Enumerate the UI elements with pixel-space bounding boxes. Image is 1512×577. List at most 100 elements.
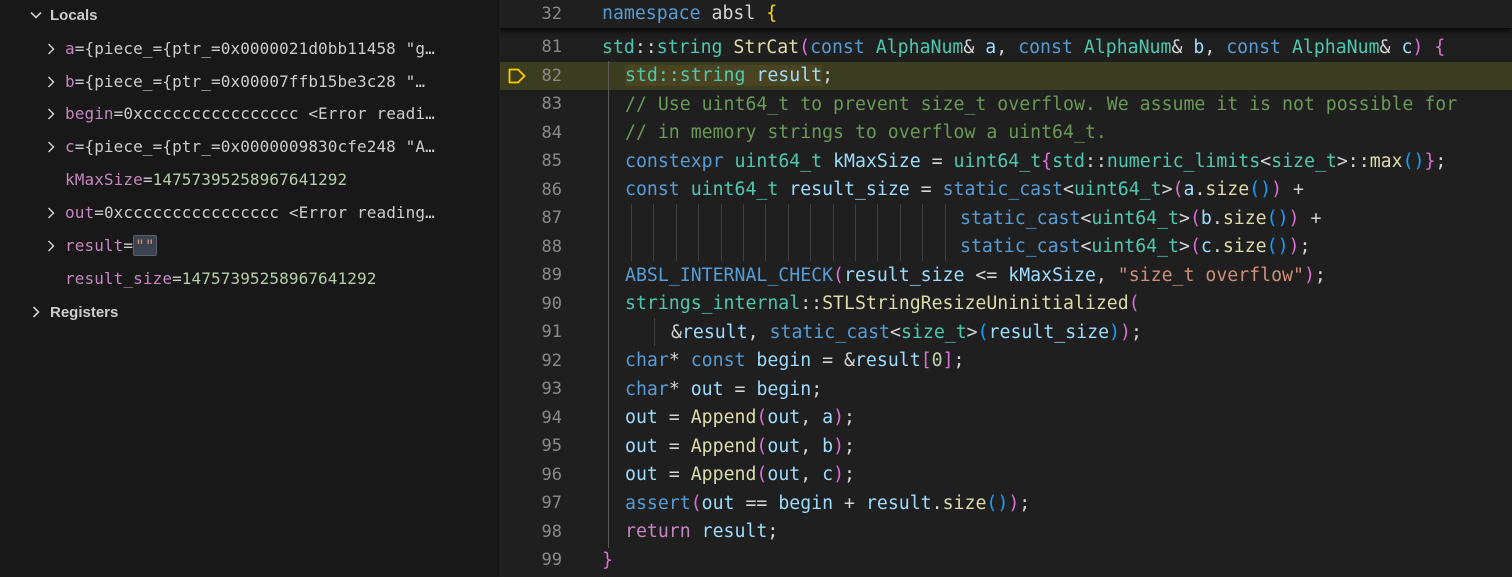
token: a — [822, 407, 834, 429]
token: string — [656, 36, 723, 58]
token: ; — [1314, 264, 1326, 286]
token: ; — [811, 378, 823, 400]
token: uint64_t — [1091, 236, 1180, 258]
token: out — [625, 435, 658, 457]
token: uint64_t — [953, 150, 1042, 172]
line-number: 99 — [541, 550, 562, 571]
code-text: // Use uint64_t to prevent size_t overfl… — [625, 94, 1457, 115]
token: assert — [625, 492, 691, 514]
variable-row-result-size[interactable]: result_size = 14757395258967641292 — [0, 262, 499, 295]
indent-guide — [899, 204, 901, 261]
chevron-right-icon[interactable] — [44, 75, 58, 89]
line-number: 82 — [541, 65, 562, 86]
variable-row-kmaxsize[interactable]: kMaxSize = 14757395258967641292 — [0, 163, 499, 196]
chevron-right-icon[interactable] — [44, 206, 58, 220]
chevron-right-icon[interactable] — [44, 239, 58, 253]
code-line-94[interactable]: 94 out = Append(out, a); — [500, 404, 1512, 433]
code-line-87[interactable]: 87 static_cast<uint64_t>(b.size()) + — [500, 204, 1512, 233]
token: + — [1299, 207, 1322, 229]
variable-row-begin[interactable]: begin = 0xcccccccccccccccc <Error readi… — [0, 97, 499, 130]
code-line-98[interactable]: 98 return result; — [500, 518, 1512, 547]
token: . — [931, 492, 943, 514]
token: absl — [700, 3, 767, 25]
code-text: out = Append(out, c); — [625, 464, 855, 485]
variable-row-c[interactable]: c = {piece_={ptr_=0x0000009830cfe248 "A… — [0, 130, 499, 163]
code-line-91[interactable]: 91 &result, static_cast<size_t>(result_s… — [500, 318, 1512, 347]
indent-guide — [743, 204, 744, 261]
token: c — [1200, 236, 1212, 258]
token: ( — [756, 464, 768, 486]
variable-value: 0xcccccccccccccccc <Error reading… — [103, 203, 435, 222]
code-line-84[interactable]: 84 // in memory strings to overflow a ui… — [500, 119, 1512, 148]
line-number: 84 — [541, 122, 562, 143]
token: , — [1204, 36, 1227, 58]
token: "size_t overflow" — [1117, 264, 1304, 286]
code-line-85[interactable]: 85 constexpr uint64_t kMaxSize = uint64_… — [500, 147, 1512, 176]
code-line-81[interactable]: 81 std::string StrCat(const AlphaNum& a,… — [500, 33, 1512, 62]
chevron-right-icon[interactable] — [44, 107, 58, 121]
token: result — [701, 521, 768, 543]
code-line-82[interactable]: 82 std::string result; — [500, 61, 1512, 90]
variable-name: a — [65, 39, 75, 58]
variable-name: result — [65, 236, 124, 255]
token: ( — [1128, 293, 1140, 315]
variable-value[interactable]: "" — [133, 235, 157, 256]
token: & — [671, 321, 682, 343]
locals-section-header[interactable]: Locals — [28, 0, 98, 30]
token: StrCat — [733, 36, 800, 58]
code-text: std::string StrCat(const AlphaNum& a, co… — [602, 37, 1445, 58]
token: < — [1260, 150, 1272, 172]
indent-guide — [787, 204, 789, 261]
token: begin — [778, 492, 834, 514]
token: static_cast — [769, 321, 891, 343]
token: ; — [822, 65, 834, 87]
chevron-right-icon[interactable] — [44, 140, 58, 154]
token: < — [1080, 236, 1092, 258]
token: & — [963, 36, 986, 58]
code-line-83[interactable]: 83 // Use uint64_t to prevent size_t ove… — [500, 90, 1512, 119]
token: ; — [767, 521, 779, 543]
variable-name: out — [65, 203, 95, 222]
token: ; — [844, 464, 855, 486]
chevron-right-icon[interactable] — [44, 42, 58, 56]
code-line-92[interactable]: 92 char* const begin = &result[0]; — [500, 347, 1512, 376]
code-editor[interactable]: 32 namespace absl { 81 std::string StrCa… — [500, 0, 1512, 577]
sticky-scroll-line[interactable]: 32 namespace absl { — [500, 0, 1512, 29]
indent-guide — [832, 204, 834, 261]
code-line-88[interactable]: 88 static_cast<uint64_t>(c.size()); — [500, 233, 1512, 262]
code-line-97[interactable]: 97 assert(out == begin + result.size()); — [500, 489, 1512, 518]
variable-row-a[interactable]: a = {piece_={ptr_=0x0000021d0bb11458 "g… — [0, 32, 499, 65]
token: { — [1434, 36, 1446, 58]
token: = — [657, 464, 691, 486]
token: size_t — [900, 321, 967, 343]
registers-section-header[interactable]: Registers — [28, 297, 118, 327]
token: < — [890, 321, 901, 343]
token: ) — [1119, 321, 1131, 343]
code-line-93[interactable]: 93 char* out = begin; — [500, 375, 1512, 404]
variable-name: begin — [65, 104, 114, 123]
token: ) — [833, 407, 845, 429]
token: = — [657, 407, 691, 429]
code-line-89[interactable]: 89 ABSL_INTERNAL_CHECK(result_size <= kM… — [500, 261, 1512, 290]
code-line-90[interactable]: 90 strings_internal::STLStringResizeUnin… — [500, 290, 1512, 319]
variable-row-result[interactable]: result = "" — [0, 229, 499, 262]
code-line-86[interactable]: 86 const uint64_t result_size = static_c… — [500, 176, 1512, 205]
token: . — [1211, 236, 1223, 258]
token: out — [625, 407, 658, 429]
code-line-96[interactable]: 96 out = Append(out, c); — [500, 461, 1512, 490]
code-line-99[interactable]: 99 } — [500, 546, 1512, 575]
token: ) — [1271, 179, 1283, 201]
code-line-95[interactable]: 95 out = Append(out, b); — [500, 432, 1512, 461]
token: out — [625, 464, 658, 486]
token: () — [986, 492, 1009, 514]
indent-guide — [653, 204, 655, 261]
token: namespace — [602, 3, 701, 25]
token: c — [1401, 36, 1413, 58]
variable-row-b[interactable]: b = {piece_={ptr_=0x00007ffb15be3c28 "… — [0, 65, 499, 98]
token: AlphaNum — [1083, 36, 1172, 58]
token: ) — [1109, 321, 1120, 343]
variable-row-out[interactable]: out = 0xcccccccccccccccc <Error reading… — [0, 196, 499, 229]
